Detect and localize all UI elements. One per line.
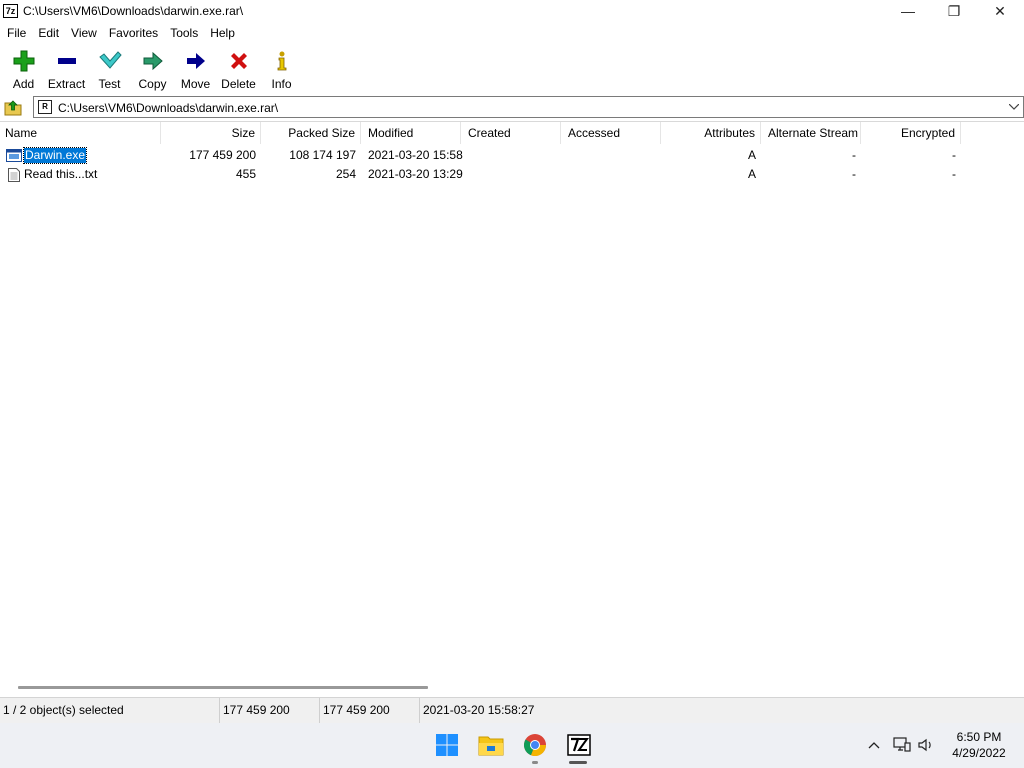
maximize-button[interactable]: ❐ [931, 0, 977, 22]
menu-tools[interactable]: Tools [164, 23, 204, 43]
address-row: R C:\Users\VM6\Downloads\darwin.exe.rar\ [0, 95, 1024, 119]
file-list: Name Size Packed Size Modified Created A… [0, 121, 1024, 695]
title-bar: 7z C:\Users\VM6\Downloads\darwin.exe.rar… [0, 0, 1024, 22]
chrome-icon[interactable] [521, 731, 549, 759]
delete-button[interactable]: Delete [217, 45, 260, 91]
file-accessed [561, 165, 661, 184]
column-header-attributes[interactable]: Attributes [661, 122, 761, 144]
status-size: 177 459 200 [220, 698, 320, 723]
text-file-icon [6, 167, 22, 182]
column-header-accessed[interactable]: Accessed [561, 122, 661, 144]
file-explorer-icon[interactable] [477, 731, 505, 759]
file-name: Read this...txt [24, 167, 98, 181]
chrome-running-indicator [532, 761, 538, 764]
file-alternate-stream: - [852, 148, 856, 162]
file-attributes: A [747, 167, 756, 181]
file-name: Darwin.exe [22, 147, 88, 164]
add-button[interactable]: Add [2, 45, 45, 91]
clock-date: 4/29/2022 [952, 746, 1006, 760]
chevron-up-icon[interactable] [864, 735, 884, 755]
copy-button[interactable]: Copy [131, 45, 174, 91]
table-row[interactable]: Darwin.exe 177 459 200 108 174 197 2021-… [0, 146, 1024, 165]
7zip-icon[interactable] [565, 731, 593, 759]
status-bar: 1 / 2 object(s) selected 177 459 200 177… [0, 697, 1024, 723]
test-label: Test [98, 77, 121, 91]
menu-file[interactable]: File [1, 23, 32, 43]
add-label: Add [12, 77, 35, 91]
volume-icon[interactable] [916, 735, 936, 755]
file-created [461, 146, 561, 165]
taskbar: 6:50 PM 4/29/2022 [0, 723, 1024, 768]
info-icon [269, 48, 295, 73]
copy-arrow-icon [140, 48, 166, 73]
move-arrow-icon [183, 48, 209, 73]
7zip-active-indicator [569, 761, 587, 764]
file-name-cell[interactable]: Read this...txt [0, 165, 161, 184]
file-modified: 2021-03-20 15:58 [368, 148, 463, 162]
taskbar-clock[interactable]: 6:50 PM 4/29/2022 [944, 729, 1014, 761]
column-header-alternate-stream[interactable]: Alternate Stream [761, 122, 861, 144]
chevron-down-icon[interactable] [1007, 100, 1021, 114]
move-label: Move [180, 77, 211, 91]
status-selection: 1 / 2 object(s) selected [0, 698, 220, 723]
column-header-created[interactable]: Created [461, 122, 561, 144]
file-encrypted: - [952, 167, 956, 181]
clock-time: 6:50 PM [956, 730, 1002, 744]
rar-archive-icon: R [38, 100, 52, 114]
window-title: C:\Users\VM6\Downloads\darwin.exe.rar\ [23, 4, 244, 18]
info-label: Info [271, 77, 292, 91]
network-icon[interactable] [892, 735, 912, 755]
menu-bar: File Edit View Favorites Tools Help [0, 23, 1024, 43]
column-header-name[interactable]: Name [0, 122, 161, 144]
file-packed-size: 254 [335, 167, 356, 181]
7zip-app-icon: 7z [3, 4, 18, 18]
file-accessed [561, 146, 661, 165]
test-button[interactable]: Test [88, 45, 131, 91]
delete-label: Delete [221, 77, 256, 91]
file-attributes: A [747, 148, 756, 162]
file-rows: Darwin.exe 177 459 200 108 174 197 2021-… [0, 146, 1024, 184]
menu-favorites[interactable]: Favorites [103, 23, 164, 43]
exe-file-icon [6, 149, 22, 163]
menu-edit[interactable]: Edit [32, 23, 65, 43]
menu-help[interactable]: Help [204, 23, 241, 43]
minimize-button[interactable]: — [885, 0, 931, 22]
file-size: 455 [235, 167, 256, 181]
file-alternate-stream: - [852, 167, 856, 181]
delete-x-icon [226, 48, 252, 73]
column-header-size[interactable]: Size [161, 122, 261, 144]
column-header-modified[interactable]: Modified [361, 122, 461, 144]
close-button[interactable]: ✕ [977, 0, 1023, 22]
address-path: C:\Users\VM6\Downloads\darwin.exe.rar\ [58, 101, 279, 115]
toolbar: Add Extract Test Copy Move Delete Info [0, 45, 1024, 93]
file-encrypted: - [952, 148, 956, 162]
file-created [461, 165, 561, 184]
horizontal-scrollbar[interactable] [18, 686, 428, 689]
extract-button[interactable]: Extract [45, 45, 88, 91]
file-size: 177 459 200 [189, 148, 256, 162]
checkmark-icon [97, 48, 123, 73]
file-modified: 2021-03-20 13:29 [368, 167, 463, 181]
plus-icon [11, 48, 37, 73]
address-input[interactable]: R C:\Users\VM6\Downloads\darwin.exe.rar\ [33, 96, 1024, 118]
folder-up-icon [4, 100, 22, 116]
file-name-cell[interactable]: Darwin.exe [0, 146, 161, 165]
menu-view[interactable]: View [65, 23, 103, 43]
info-button[interactable]: Info [260, 45, 303, 91]
move-button[interactable]: Move [174, 45, 217, 91]
up-folder-button[interactable] [3, 97, 23, 117]
windows-start-icon[interactable] [433, 731, 461, 759]
minus-icon [54, 48, 80, 73]
file-packed-size: 108 174 197 [289, 148, 356, 162]
column-header-packed-size[interactable]: Packed Size [261, 122, 361, 144]
status-packed-size: 177 459 200 [320, 698, 420, 723]
extract-label: Extract [47, 77, 86, 91]
copy-label: Copy [138, 77, 167, 91]
table-row[interactable]: Read this...txt 455 254 2021-03-20 13:29… [0, 165, 1024, 184]
column-header-encrypted[interactable]: Encrypted [861, 122, 961, 144]
status-modified: 2021-03-20 15:58:27 [423, 703, 535, 717]
